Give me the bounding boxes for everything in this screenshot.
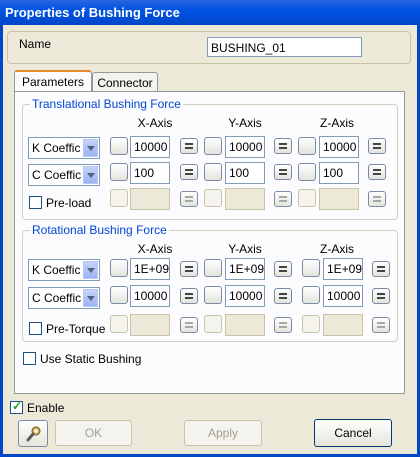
- trans-c-x-input[interactable]: 100: [130, 162, 170, 184]
- use-static-bushing-checkbox[interactable]: [23, 352, 36, 365]
- rot-k-z-func-button[interactable]: [302, 259, 320, 277]
- rot-k-z-equals-button[interactable]: [372, 261, 390, 277]
- trans-k-z-input[interactable]: 10000: [319, 136, 359, 158]
- preload-checkbox[interactable]: [29, 196, 42, 209]
- rot-c-y-input[interactable]: 10000: [225, 285, 265, 307]
- rotational-title: Rotational Bushing Force: [30, 223, 169, 237]
- chevron-down-icon: [83, 166, 98, 184]
- rot-c-z-func-button[interactable]: [302, 286, 320, 304]
- trans-k-coeff-select[interactable]: K Coeffic: [28, 137, 100, 159]
- preload-y-input[interactable]: [225, 188, 265, 210]
- trans-k-z-func-button[interactable]: [298, 137, 316, 155]
- trans-y-axis-header: Y-Axis: [228, 116, 262, 130]
- trans-c-z-equals-button[interactable]: [368, 164, 386, 180]
- trans-c-z-input[interactable]: 100: [319, 162, 359, 184]
- rot-c-coeff-select[interactable]: C Coeffic: [28, 287, 100, 309]
- rot-c-y-func-button[interactable]: [204, 286, 222, 304]
- preload-label: Pre-load: [46, 196, 92, 210]
- wrench-icon: [26, 426, 41, 442]
- trans-k-y-func-button[interactable]: [204, 137, 222, 155]
- trans-k-x-equals-button[interactable]: [180, 138, 198, 154]
- preload-y-equals-button[interactable]: [274, 191, 292, 207]
- name-input[interactable]: BUSHING_01: [207, 37, 362, 57]
- rot-k-y-func-button[interactable]: [204, 259, 222, 277]
- chevron-down-icon: [83, 139, 98, 157]
- pretorque-label: Pre-Torque: [46, 322, 106, 336]
- preload-z-func-button[interactable]: [298, 189, 316, 207]
- pretorque-z-func-button[interactable]: [302, 315, 320, 333]
- ok-button[interactable]: OK: [55, 420, 132, 446]
- apply-button[interactable]: Apply: [184, 420, 262, 446]
- trans-k-coeff-value: K Coeffic: [32, 141, 81, 155]
- trans-k-x-func-button[interactable]: [110, 137, 128, 155]
- pretorque-checkbox[interactable]: [29, 322, 42, 335]
- cancel-button[interactable]: Cancel: [314, 419, 392, 447]
- rot-c-z-equals-button[interactable]: [372, 288, 390, 304]
- pretorque-x-equals-button[interactable]: [180, 317, 198, 333]
- trans-k-x-input[interactable]: 10000: [130, 136, 170, 158]
- trans-k-y-equals-button[interactable]: [274, 138, 292, 154]
- trans-z-axis-header: Z-Axis: [320, 116, 354, 130]
- trans-k-z-equals-button[interactable]: [368, 138, 386, 154]
- rot-k-x-equals-button[interactable]: [180, 261, 198, 277]
- rot-k-x-input[interactable]: 1E+09: [130, 258, 170, 280]
- trans-c-z-func-button[interactable]: [298, 163, 316, 181]
- trans-c-coeff-select[interactable]: C Coeffic: [28, 164, 100, 186]
- trans-c-y-func-button[interactable]: [204, 163, 222, 181]
- rot-k-coeff-select[interactable]: K Coeffic: [28, 259, 100, 281]
- preload-x-equals-button[interactable]: [180, 191, 198, 207]
- pretorque-z-input[interactable]: [323, 314, 363, 336]
- pretorque-x-input[interactable]: [130, 314, 170, 336]
- trans-c-x-func-button[interactable]: [110, 163, 128, 181]
- trans-c-y-input[interactable]: 100: [225, 162, 265, 184]
- trans-c-coeff-value: C Coeffic: [32, 168, 82, 182]
- translational-title: Translational Bushing Force: [30, 97, 183, 111]
- pretorque-z-equals-button[interactable]: [372, 317, 390, 333]
- rot-z-axis-header: Z-Axis: [320, 242, 354, 256]
- tab-parameters[interactable]: Parameters: [14, 70, 92, 92]
- pretorque-y-input[interactable]: [225, 314, 265, 336]
- trans-x-axis-header: X-Axis: [137, 116, 173, 130]
- trans-k-y-input[interactable]: 10000: [225, 136, 265, 158]
- rot-k-z-input[interactable]: 1E+09: [323, 258, 363, 280]
- rot-c-x-input[interactable]: 10000: [130, 285, 170, 307]
- rot-c-z-input[interactable]: 10000: [323, 285, 363, 307]
- pretorque-y-equals-button[interactable]: [274, 317, 292, 333]
- rot-k-y-equals-button[interactable]: [274, 261, 292, 277]
- rot-c-x-equals-button[interactable]: [180, 288, 198, 304]
- preload-x-func-button[interactable]: [110, 189, 128, 207]
- enable-checkbox[interactable]: [10, 399, 23, 414]
- rot-c-x-func-button[interactable]: [110, 286, 128, 304]
- enable-label: Enable: [27, 401, 65, 415]
- preload-z-input[interactable]: [319, 188, 359, 210]
- use-static-bushing-label: Use Static Bushing: [40, 352, 142, 366]
- rot-y-axis-header: Y-Axis: [228, 242, 262, 256]
- rot-c-y-equals-button[interactable]: [274, 288, 292, 304]
- tab-connector[interactable]: Connector: [92, 72, 158, 92]
- pretorque-y-func-button[interactable]: [204, 315, 222, 333]
- pretorque-x-func-button[interactable]: [110, 315, 128, 333]
- rot-c-coeff-value: C Coeffic: [32, 291, 82, 305]
- rot-x-axis-header: X-Axis: [137, 242, 173, 256]
- preload-y-func-button[interactable]: [204, 189, 222, 207]
- rot-k-y-input[interactable]: 1E+09: [225, 258, 265, 280]
- rot-k-x-func-button[interactable]: [110, 259, 128, 277]
- name-label: Name: [19, 37, 52, 51]
- trans-c-y-equals-button[interactable]: [274, 164, 292, 180]
- chevron-down-icon: [83, 289, 98, 307]
- window-title: Properties of Bushing Force: [0, 0, 420, 25]
- wrench-tool-button[interactable]: [18, 420, 48, 447]
- preload-z-equals-button[interactable]: [368, 191, 386, 207]
- window-frame-left: [0, 25, 3, 457]
- chevron-down-icon: [83, 261, 98, 279]
- preload-x-input[interactable]: [130, 188, 170, 210]
- rot-k-coeff-value: K Coeffic: [32, 263, 81, 277]
- trans-c-x-equals-button[interactable]: [180, 164, 198, 180]
